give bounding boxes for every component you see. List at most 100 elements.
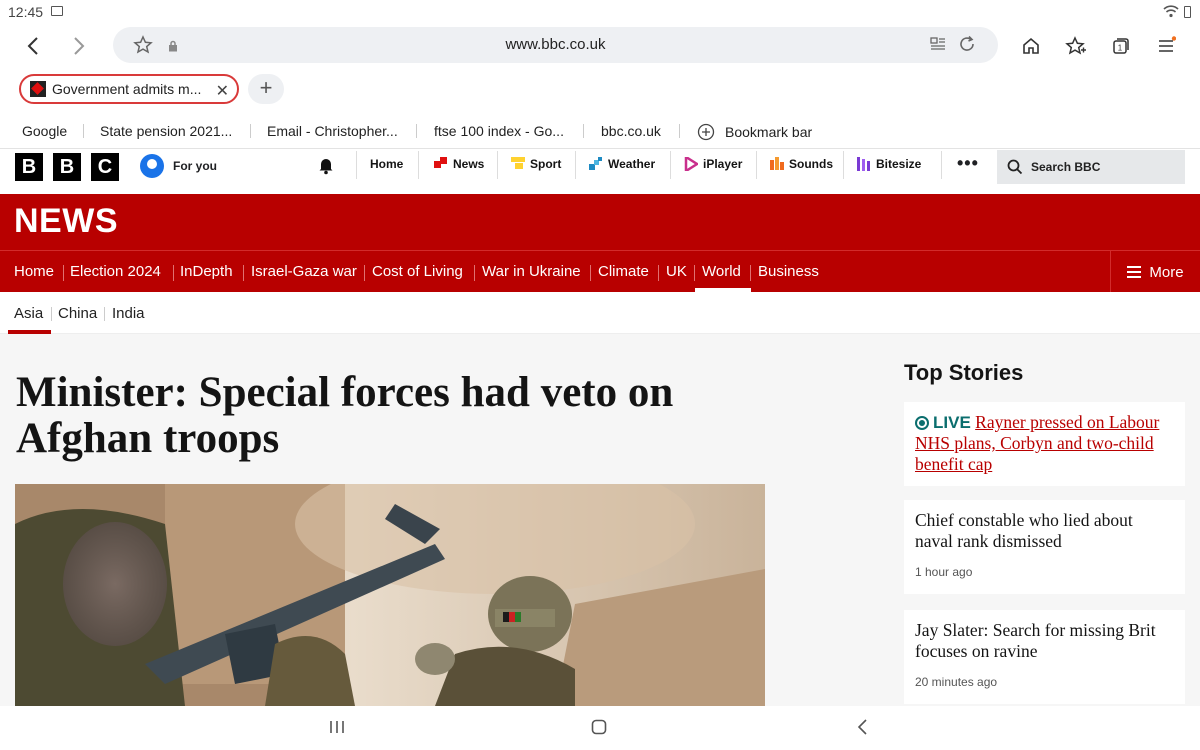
top-story-title: LIVE Rayner pressed on Labour NHS plans,… (915, 412, 1174, 475)
article-content: Minister: Special forces had veto on Afg… (0, 334, 1200, 706)
gallery-notification-icon (51, 6, 63, 16)
bookmark-google[interactable]: Google (22, 123, 67, 139)
bbc-favicon-icon (30, 81, 46, 97)
tabs-button[interactable]: 1 (1106, 32, 1136, 60)
masthead-weather-link[interactable]: Weather (589, 157, 655, 171)
section-uk[interactable]: UK (666, 263, 687, 280)
search-label: Search BBC (1031, 160, 1101, 174)
masthead-sounds-link[interactable]: Sounds (770, 157, 833, 171)
live-indicator-icon (915, 416, 929, 430)
section-home[interactable]: Home (14, 263, 54, 280)
top-story-card-live[interactable]: LIVE Rayner pressed on Labour NHS plans,… (904, 402, 1185, 486)
bookmark-state-pension[interactable]: State pension 2021... (100, 123, 232, 139)
home-button[interactable] (1016, 32, 1046, 60)
masthead-sport-link[interactable]: Sport (511, 157, 561, 171)
hamburger-menu-icon (1159, 36, 1176, 52)
reader-mode-icon[interactable] (930, 36, 946, 57)
masthead-iplayer-label: iPlayer (703, 157, 743, 171)
masthead-iplayer-link[interactable]: iPlayer (684, 157, 742, 171)
bookmarks-bar: Google State pension 2021... Email - Chr… (0, 114, 1200, 148)
back-nav-icon (857, 719, 867, 735)
iplayer-icon (684, 157, 698, 171)
top-story-card[interactable]: Chief constable who lied about naval ran… (904, 500, 1185, 594)
masthead-news-link[interactable]: News (434, 157, 484, 171)
notifications-bell-icon[interactable] (316, 155, 336, 180)
browser-tab[interactable]: Government admits m... ✕ (19, 74, 239, 104)
address-bar[interactable]: www.bbc.co.uk (113, 27, 998, 63)
svg-text:1: 1 (1118, 44, 1123, 53)
top-story-card[interactable]: Jay Slater: Search for missing Brit focu… (904, 610, 1185, 704)
section-indepth[interactable]: InDepth (180, 263, 233, 280)
top-story-time: 20 minutes ago (915, 675, 998, 689)
home-nav-icon (591, 719, 607, 735)
more-sections-button[interactable]: More (1110, 251, 1200, 293)
recent-apps-icon (330, 721, 344, 733)
sounds-icon (770, 157, 784, 170)
bookmarks-button[interactable] (1061, 32, 1091, 60)
wifi-icon (1163, 4, 1179, 23)
live-badge: LIVE (933, 413, 971, 432)
back-arrow-icon (27, 37, 38, 55)
masthead-news-label: News (453, 157, 485, 171)
subsection-india[interactable]: India (112, 305, 145, 322)
for-you-link[interactable]: For you (140, 154, 217, 178)
close-tab-icon[interactable]: ✕ (216, 81, 229, 101)
account-avatar-icon (140, 154, 164, 178)
section-business[interactable]: Business (758, 263, 819, 280)
bbc-logo-c[interactable]: C (91, 153, 119, 181)
back-nav-button[interactable] (856, 719, 870, 740)
top-story-time: 1 hour ago (915, 565, 973, 579)
section-climate[interactable]: Climate (598, 263, 649, 280)
search-icon (1007, 159, 1023, 175)
for-you-label: For you (173, 159, 217, 173)
url-text: www.bbc.co.uk (505, 36, 606, 53)
section-war-in-ukraine[interactable]: War in Ukraine (482, 263, 581, 280)
bookmark-ftse[interactable]: ftse 100 index - Go... (434, 123, 564, 139)
bookmarks-star-icon (1065, 36, 1086, 55)
section-election-2024[interactable]: Election 2024 (70, 263, 161, 280)
news-icon (434, 157, 447, 168)
tab-title: Government admits m... (52, 81, 202, 97)
home-nav-button[interactable] (591, 719, 607, 740)
bbc-logo-b2[interactable]: B (53, 153, 81, 181)
subsection-china[interactable]: China (58, 305, 97, 322)
masthead-weather-label: Weather (608, 157, 656, 171)
sport-icon (511, 157, 525, 169)
browser-toolbar: www.bbc.co.uk 1 (0, 24, 1200, 68)
more-label: More (1149, 263, 1184, 281)
bitesize-icon (857, 157, 870, 171)
tab-strip: Government admits m... ✕ + (0, 70, 1200, 110)
masthead-home-link[interactable]: Home (370, 157, 403, 171)
menu-icon (1127, 263, 1142, 281)
bbc-logo-b1[interactable]: B (15, 153, 43, 181)
system-navigation-bar (0, 706, 1200, 750)
bookmark-bar-label: Bookmark bar (725, 124, 813, 140)
new-tab-button[interactable]: + (248, 74, 284, 104)
recent-apps-button[interactable] (329, 719, 345, 740)
more-links-button[interactable]: ••• (957, 153, 979, 174)
masthead-sport-label: Sport (530, 157, 562, 171)
bbc-search-box[interactable]: Search BBC (997, 150, 1185, 184)
article-headline: Minister: Special forces had veto on Afg… (16, 369, 674, 462)
bookmark-email[interactable]: Email - Christopher... (267, 123, 398, 139)
back-button[interactable] (18, 32, 48, 60)
top-stories-heading: Top Stories (904, 360, 1024, 385)
section-world[interactable]: World (702, 263, 741, 280)
section-israel-gaza-war[interactable]: Israel-Gaza war (251, 263, 357, 280)
home-icon (1023, 37, 1039, 54)
reload-icon[interactable] (958, 35, 976, 58)
forward-button[interactable] (64, 32, 94, 60)
tabs-icon: 1 (1113, 38, 1129, 54)
subsection-asia[interactable]: Asia (14, 305, 43, 322)
masthead-bitesize-link[interactable]: Bitesize (857, 157, 921, 171)
section-cost-of-living[interactable]: Cost of Living (372, 263, 463, 280)
bookmark-bar-button[interactable]: Bookmark bar (697, 123, 812, 141)
menu-button[interactable] (1151, 32, 1181, 60)
news-logo[interactable]: NEWS (14, 202, 118, 241)
news-banner: NEWS (0, 194, 1200, 250)
status-time: 12:45 (8, 4, 44, 20)
masthead-bitesize-label: Bitesize (876, 157, 922, 171)
bookmark-bbc[interactable]: bbc.co.uk (601, 123, 661, 139)
article-hero-image (15, 484, 765, 706)
add-circle-icon (697, 123, 715, 141)
